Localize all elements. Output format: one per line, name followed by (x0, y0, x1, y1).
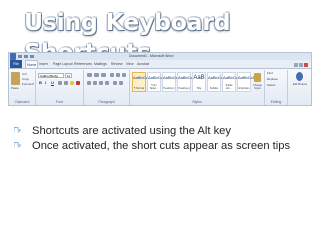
tab-acrobat[interactable]: Acrobat (137, 60, 149, 68)
copy-button[interactable]: Copy (22, 77, 29, 81)
group-label-styles: Styles (192, 100, 202, 104)
paste-icon[interactable] (11, 72, 20, 85)
undo-icon[interactable] (24, 55, 28, 58)
replace-button[interactable]: Replace (267, 77, 278, 82)
word-ribbon-screenshot: Document1 - Microsoft Word File Home Ins… (8, 52, 312, 106)
tab-mailings[interactable]: Mailings (94, 60, 107, 68)
style-subtle-emphasis[interactable]: AaBbCcDc Subtle Em... (222, 72, 243, 92)
window-title: Document1 - Microsoft Word (129, 54, 174, 58)
group-styles: AaBbCcDc ¶ Normal AaBbCcDc ¶ No Spaci... A… (130, 70, 265, 105)
ribbon-tabs: File Home Insert Page Layout References … (9, 60, 311, 69)
bullet-text: Shortcuts are activated using the Alt ke… (32, 125, 231, 137)
underline-button[interactable]: U (51, 80, 54, 85)
increase-indent-icon[interactable] (116, 73, 120, 77)
cut-button[interactable]: Cut (22, 72, 27, 76)
change-styles-button[interactable]: Change Styles (252, 72, 263, 92)
decrease-indent-icon[interactable] (110, 73, 114, 77)
numbering-icon[interactable] (94, 73, 99, 77)
word-logo-icon (10, 53, 16, 60)
select-button[interactable]: Select (267, 83, 275, 88)
tab-references[interactable]: References (74, 60, 92, 68)
style-normal[interactable]: AaBbCcDc ¶ Normal (132, 72, 153, 92)
save-icon[interactable] (18, 55, 22, 58)
group-clipboard: Paste Cut Copy Format Painter Clipboard (9, 70, 36, 105)
edit-phrases-icon (296, 72, 303, 81)
paste-label[interactable]: Paste (11, 86, 19, 90)
tab-view[interactable]: View (126, 60, 134, 68)
bullet-icon (14, 142, 21, 148)
quick-access-toolbar: Document1 - Microsoft Word (9, 53, 311, 67)
bullet-list: Shortcuts are activated using the Alt ke… (14, 124, 314, 154)
tab-file[interactable]: File (10, 60, 22, 68)
line-spacing-icon[interactable] (113, 81, 117, 85)
style-subtitle[interactable]: AaBbCc. Subtitle (207, 72, 224, 92)
bullet-item: Shortcuts are activated using the Alt ke… (14, 124, 314, 139)
slide-title-bar: Using Keyboard Shortcuts (0, 0, 320, 66)
show-marks-icon[interactable] (122, 73, 126, 77)
style-heading-1[interactable]: AaBbCc Heading 1 (162, 72, 178, 92)
tab-page-layout[interactable]: Page Layout (53, 60, 73, 68)
style-no-spacing[interactable]: AaBbCcDc ¶ No Spaci... (147, 72, 168, 92)
change-styles-icon (254, 73, 261, 82)
style-heading-2[interactable]: AaBbCc Heading 2 (177, 72, 193, 92)
align-right-icon[interactable] (99, 81, 103, 85)
group-editing: Find Replace Select Editing (265, 70, 288, 105)
bullet-icon (14, 127, 21, 133)
tab-insert[interactable]: Insert (39, 60, 48, 68)
find-button[interactable]: Find (267, 71, 273, 76)
highlight-icon[interactable] (70, 81, 74, 85)
group-label-font: Font (55, 100, 63, 104)
group-label-paragraph: Paragraph (98, 100, 115, 104)
justify-icon[interactable] (105, 81, 109, 85)
bold-button[interactable]: B (39, 80, 42, 85)
style-emphasis[interactable]: AaBbCcDc Emphasis (237, 72, 258, 92)
bullets-icon[interactable] (87, 73, 92, 77)
bullet-item: Once activated, the short cuts appear as… (14, 139, 314, 154)
window-controls (293, 54, 309, 67)
tab-review[interactable]: Review (111, 60, 122, 68)
italic-button[interactable]: I (45, 80, 46, 85)
font-size-box[interactable]: 11 (65, 73, 72, 78)
font-color-icon[interactable] (76, 81, 80, 85)
shading-icon[interactable] (119, 81, 123, 85)
group-label-editing: Editing (270, 100, 282, 104)
strikethrough-icon[interactable] (58, 81, 62, 85)
align-center-icon[interactable] (93, 81, 97, 85)
edit-phrases-button[interactable]: Edit Phrases (291, 71, 309, 91)
multilevel-list-icon[interactable] (101, 73, 106, 77)
align-left-icon[interactable] (87, 81, 91, 85)
format-painter-button[interactable]: Format Painter (22, 82, 34, 86)
group-font: Calibri (Body) 11 B I U Font (36, 70, 84, 105)
bullet-text: Once activated, the short cuts appear as… (32, 140, 291, 152)
redo-icon[interactable] (30, 55, 34, 58)
font-name-box[interactable]: Calibri (Body) (38, 73, 64, 78)
style-title[interactable]: AaB Title (192, 72, 206, 92)
subscript-icon[interactable] (64, 81, 68, 85)
ribbon-home: Paste Cut Copy Format Painter Clipboard … (9, 68, 311, 105)
group-label-clipboard: Clipboard (14, 100, 30, 104)
group-paragraph: Paragraph (84, 70, 130, 105)
